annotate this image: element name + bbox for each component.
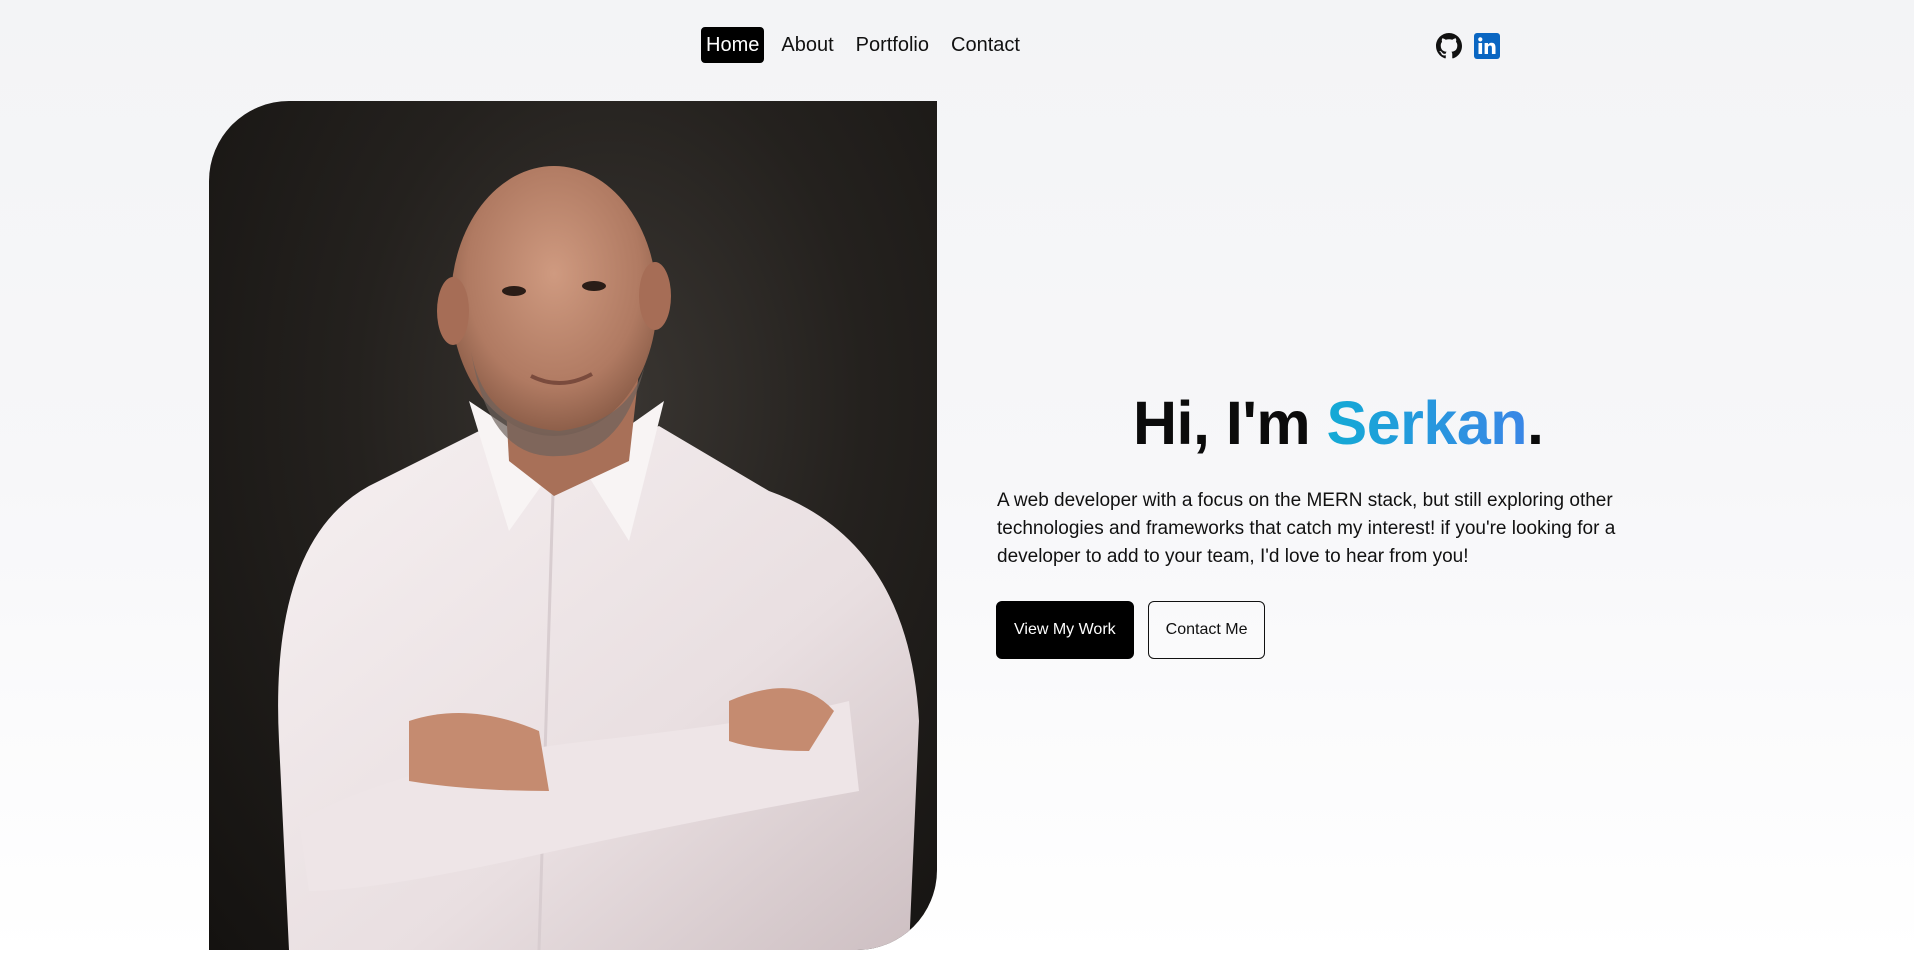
view-my-work-button[interactable]: View My Work <box>996 601 1134 659</box>
hero-headline: Hi, I'm Serkan. <box>1133 388 1544 458</box>
main-nav: Home About Portfolio Contact <box>701 27 1025 63</box>
hero-bio: A web developer with a focus on the MERN… <box>997 490 1616 567</box>
nav-home[interactable]: Home <box>701 27 765 63</box>
contact-me-button[interactable]: Contact Me <box>1147 601 1266 659</box>
profile-photo <box>209 101 937 950</box>
hero-actions: View My Work Contact Me <box>996 601 1266 659</box>
nav-contact[interactable]: Contact <box>946 27 1025 63</box>
hero-punct: . <box>1527 389 1544 457</box>
page: Home About Portfolio Contact Hi, I'm Ser… <box>0 0 1914 957</box>
hero-name: Serkan <box>1326 389 1528 457</box>
nav-portfolio[interactable]: Portfolio <box>851 27 934 63</box>
linkedin-icon[interactable] <box>1474 33 1500 59</box>
hero-greeting: Hi, I'm <box>1133 389 1327 457</box>
github-icon[interactable] <box>1436 33 1462 59</box>
nav-about[interactable]: About <box>776 27 838 63</box>
social-links <box>1436 33 1500 59</box>
